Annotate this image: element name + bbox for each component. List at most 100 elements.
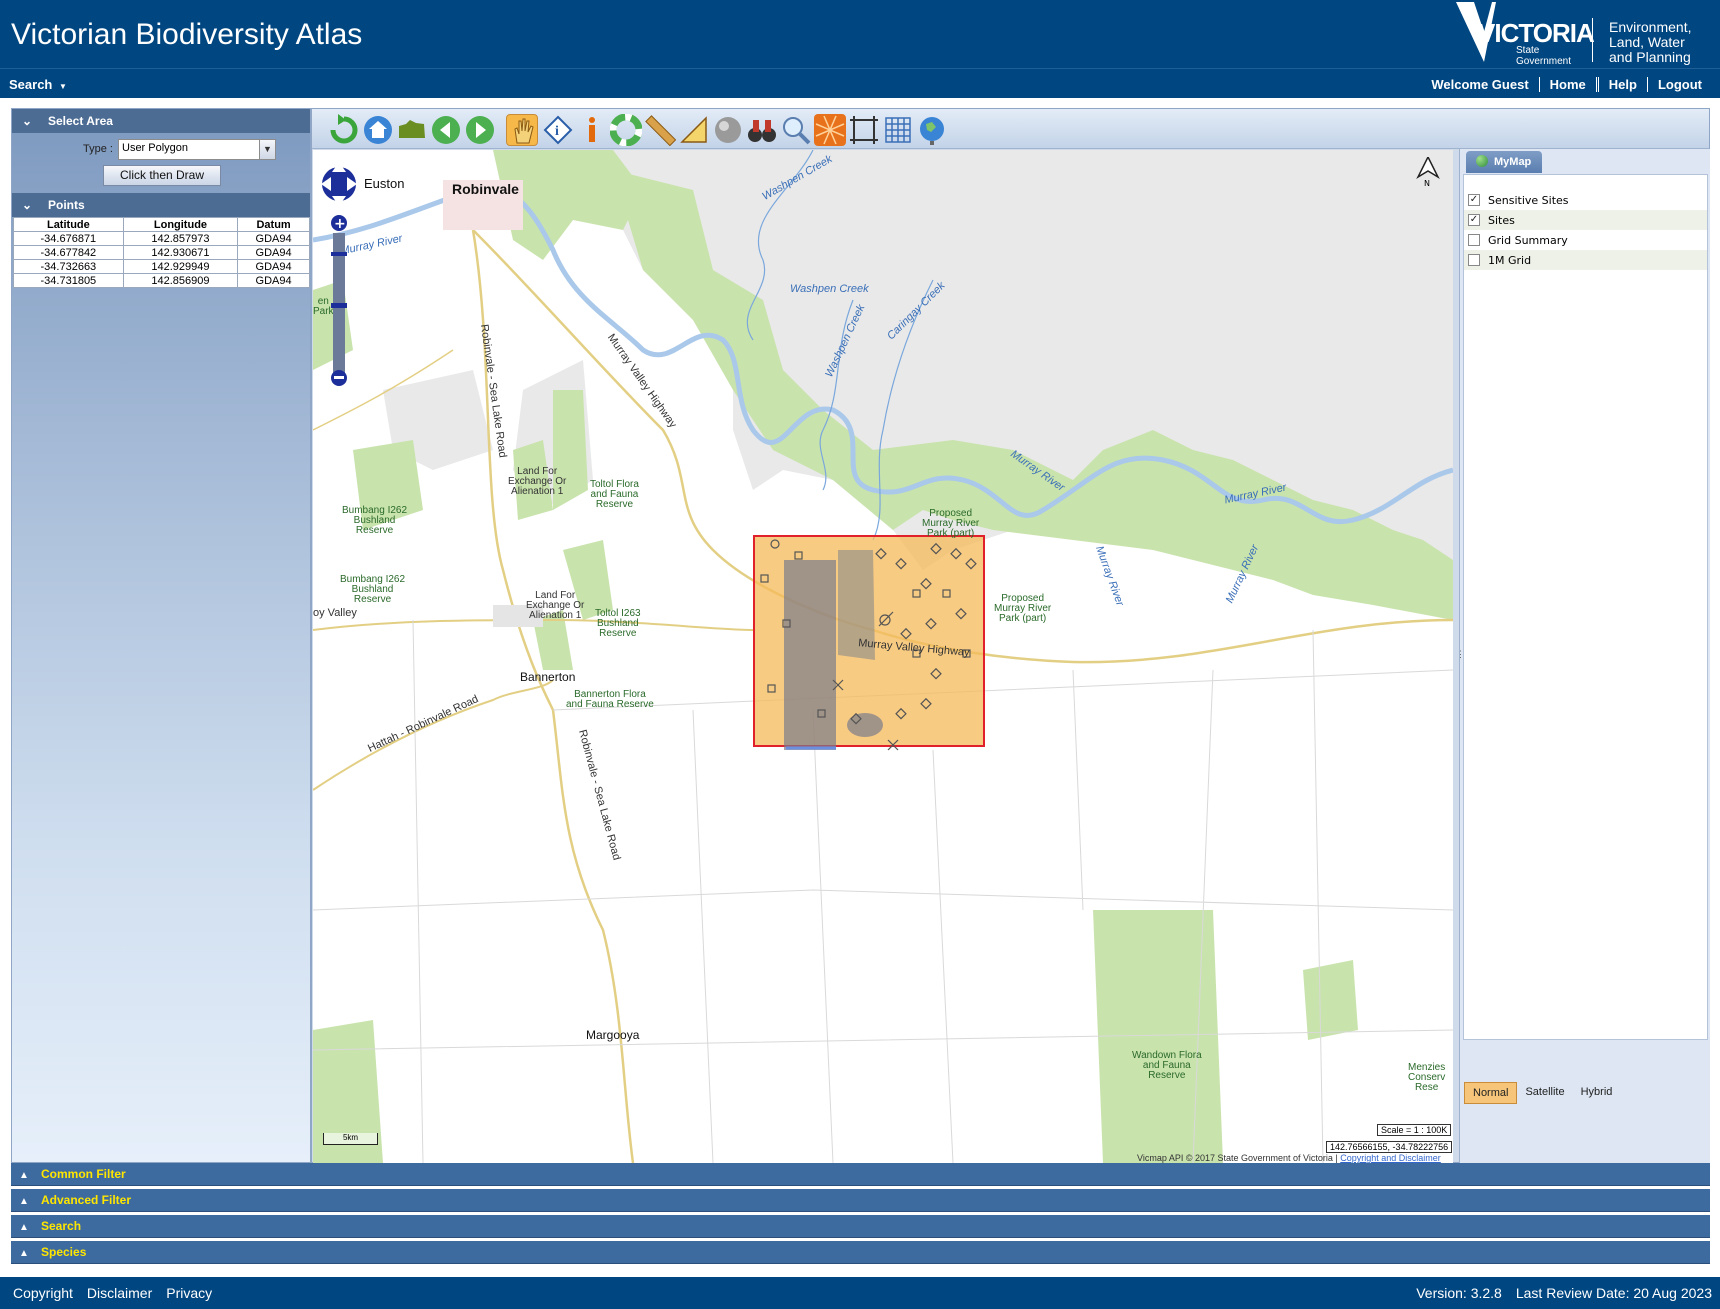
map-label-bumbang-reserve: Bumbang I262 Bushland Reserve: [340, 574, 406, 605]
map-label-toltol-i263: Toltol I263 Bushland Reserve: [595, 608, 641, 639]
chevron-down-icon[interactable]: ▼: [259, 140, 275, 159]
measure-area-icon[interactable]: [678, 114, 710, 146]
map-label-bannerton: Bannerton: [520, 670, 576, 684]
cursor-coordinates: 142.76566155, -34.78222756: [1326, 1141, 1453, 1153]
points-table: Latitude Longitude Datum -34.676871 142.…: [13, 217, 310, 288]
points-header[interactable]: ⌄ Points: [12, 193, 310, 217]
grid-icon[interactable]: [882, 114, 914, 146]
datum-cell: GDA94: [237, 273, 310, 288]
datum-cell: GDA94: [237, 231, 310, 246]
map-canvas[interactable]: Euston Robinvale Murray River Murray Riv…: [313, 150, 1453, 1163]
refresh-icon[interactable]: [328, 114, 360, 146]
latitude-cell: -34.732663: [13, 259, 124, 274]
accordion-search[interactable]: ▲ Search: [11, 1215, 1710, 1238]
column-header-longitude[interactable]: Longitude: [122, 217, 239, 232]
mymap-tab[interactable]: MyMap: [1466, 151, 1542, 173]
chevron-up-icon: ▲: [19, 1196, 29, 1207]
nav-bar: Search ▼ Welcome Guest Home Help Logout: [0, 68, 1720, 98]
map-copyright: Vicmap API © 2017 State Government of Vi…: [1137, 1153, 1441, 1163]
full-extent-icon[interactable]: [396, 114, 428, 146]
map-label-proposed-park: Proposed Murray River Park (part): [994, 593, 1052, 624]
column-header-latitude[interactable]: Latitude: [13, 217, 124, 232]
app-title[interactable]: Victorian Biodiversity Atlas: [11, 18, 362, 52]
north-arrow-icon: N: [1416, 155, 1440, 188]
accordion-advanced-filter[interactable]: ▲ Advanced Filter: [11, 1189, 1710, 1212]
home-icon[interactable]: [362, 114, 394, 146]
layer-checkbox[interactable]: [1468, 254, 1480, 266]
zoom-slider-icon[interactable]: +: [331, 215, 347, 386]
map-type-normal[interactable]: Normal: [1464, 1082, 1518, 1104]
nav-search-menu[interactable]: Search ▼: [9, 77, 67, 92]
identify-icon[interactable]: i: [542, 114, 574, 146]
longitude-cell: 142.929949: [122, 259, 239, 274]
pan-hand-icon[interactable]: [506, 114, 538, 146]
map-type-satellite[interactable]: Satellite: [1517, 1082, 1572, 1104]
map-label-proposed-park: Proposed Murray River Park (part): [922, 508, 980, 539]
header-divider: [1592, 18, 1593, 62]
layer-sensitive-sites[interactable]: ✓ Sensitive Sites: [1464, 190, 1707, 210]
select-extent-icon[interactable]: [848, 114, 880, 146]
map-label-menzies: Menzies Conserv Rese: [1408, 1062, 1446, 1093]
zoom-search-icon[interactable]: [780, 114, 812, 146]
map-label-robinvale: Robinvale: [452, 181, 519, 197]
layer-checkbox[interactable]: ✓: [1468, 194, 1480, 206]
select-area-header[interactable]: ⌄ Select Area: [12, 109, 310, 133]
svg-text:i: i: [555, 124, 559, 139]
map-type-hybrid[interactable]: Hybrid: [1573, 1082, 1621, 1104]
svg-text:+: +: [334, 216, 346, 232]
map-label-bumbang-reserve: Bumbang I262 Bushland Reserve: [342, 505, 408, 536]
click-then-draw-button[interactable]: Click then Draw: [103, 165, 221, 186]
footer-links: Copyright Disclaimer Privacy: [13, 1285, 212, 1301]
copyright-disclaimer-link[interactable]: Copyright and Disclaimer: [1340, 1153, 1441, 1163]
map-label-wandown-reserve: Wandown Flora and Fauna Reserve: [1132, 1050, 1202, 1081]
chevron-down-icon: ▼: [59, 82, 67, 91]
victoria-logo-sub: State Government: [1516, 45, 1572, 67]
measure-ruler-icon[interactable]: [644, 114, 677, 147]
latitude-cell: -34.731805: [13, 273, 124, 288]
footer-privacy-link[interactable]: Privacy: [166, 1285, 212, 1301]
help-link[interactable]: Help: [1595, 77, 1647, 92]
longitude-cell: 142.856909: [122, 273, 239, 288]
layer-checkbox[interactable]: [1468, 234, 1480, 246]
table-row[interactable]: -34.676871 142.857973 GDA94: [13, 231, 310, 246]
footer-copyright-link[interactable]: Copyright: [13, 1285, 73, 1301]
map-label-toltol-reserve: Toltol Flora and Fauna Reserve: [590, 479, 639, 510]
footer-disclaimer-link[interactable]: Disclaimer: [87, 1285, 152, 1301]
datum-cell: GDA94: [237, 245, 310, 260]
table-row[interactable]: -34.732663 142.929949 GDA94: [13, 259, 310, 274]
home-link[interactable]: Home: [1538, 77, 1596, 92]
help-ring-icon[interactable]: [609, 113, 643, 147]
layer-sites[interactable]: ✓ Sites: [1464, 210, 1707, 230]
footer-version-info: Version: 3.2.8 Last Review Date: 20 Aug …: [1416, 1285, 1712, 1301]
accordion-common-filter[interactable]: ▲ Common Filter: [11, 1163, 1710, 1186]
table-row[interactable]: -34.677842 142.930671 GDA94: [13, 245, 310, 260]
map-label-washpen-creek: Washpen Creek: [790, 283, 869, 295]
table-row[interactable]: -34.731805 142.856909 GDA94: [13, 273, 310, 288]
info-icon[interactable]: [576, 114, 608, 146]
type-row: Type : User Polygon ▼: [12, 139, 312, 161]
accordion-species[interactable]: ▲ Species: [11, 1241, 1710, 1264]
layer-grid-summary[interactable]: Grid Summary: [1464, 230, 1707, 250]
globe-icon[interactable]: [916, 114, 948, 146]
map-label-margooya: Margooya: [586, 1028, 640, 1042]
layer-checkbox[interactable]: ✓: [1468, 214, 1480, 226]
longitude-cell: 142.857973: [122, 231, 239, 246]
forward-icon[interactable]: [464, 114, 496, 146]
back-icon[interactable]: [430, 114, 462, 146]
datum-cell: GDA94: [237, 259, 310, 274]
area-type-select[interactable]: User Polygon ▼: [118, 139, 276, 160]
chevron-down-icon: ⌄: [22, 198, 33, 212]
logout-link[interactable]: Logout: [1646, 77, 1712, 92]
chevron-down-icon: ⌄: [22, 114, 33, 128]
pan-arrows-icon[interactable]: [321, 162, 357, 206]
find-binoculars-icon[interactable]: [746, 114, 778, 146]
clear-icon[interactable]: [712, 114, 744, 146]
map-label-valley: oy Valley: [313, 607, 357, 619]
zoom-pan-control: +: [321, 158, 357, 398]
coordinates-icon[interactable]: [814, 114, 846, 146]
layer-1m-grid[interactable]: 1M Grid: [1464, 250, 1707, 270]
map-area: i Euston Robinvale Murray River Murray R…: [311, 108, 1710, 1163]
map-type-switcher: Normal Satellite Hybrid: [1464, 1082, 1620, 1104]
victoria-logo[interactable]: VICTORIA State Government: [1456, 2, 1595, 68]
column-header-datum[interactable]: Datum: [237, 217, 310, 232]
